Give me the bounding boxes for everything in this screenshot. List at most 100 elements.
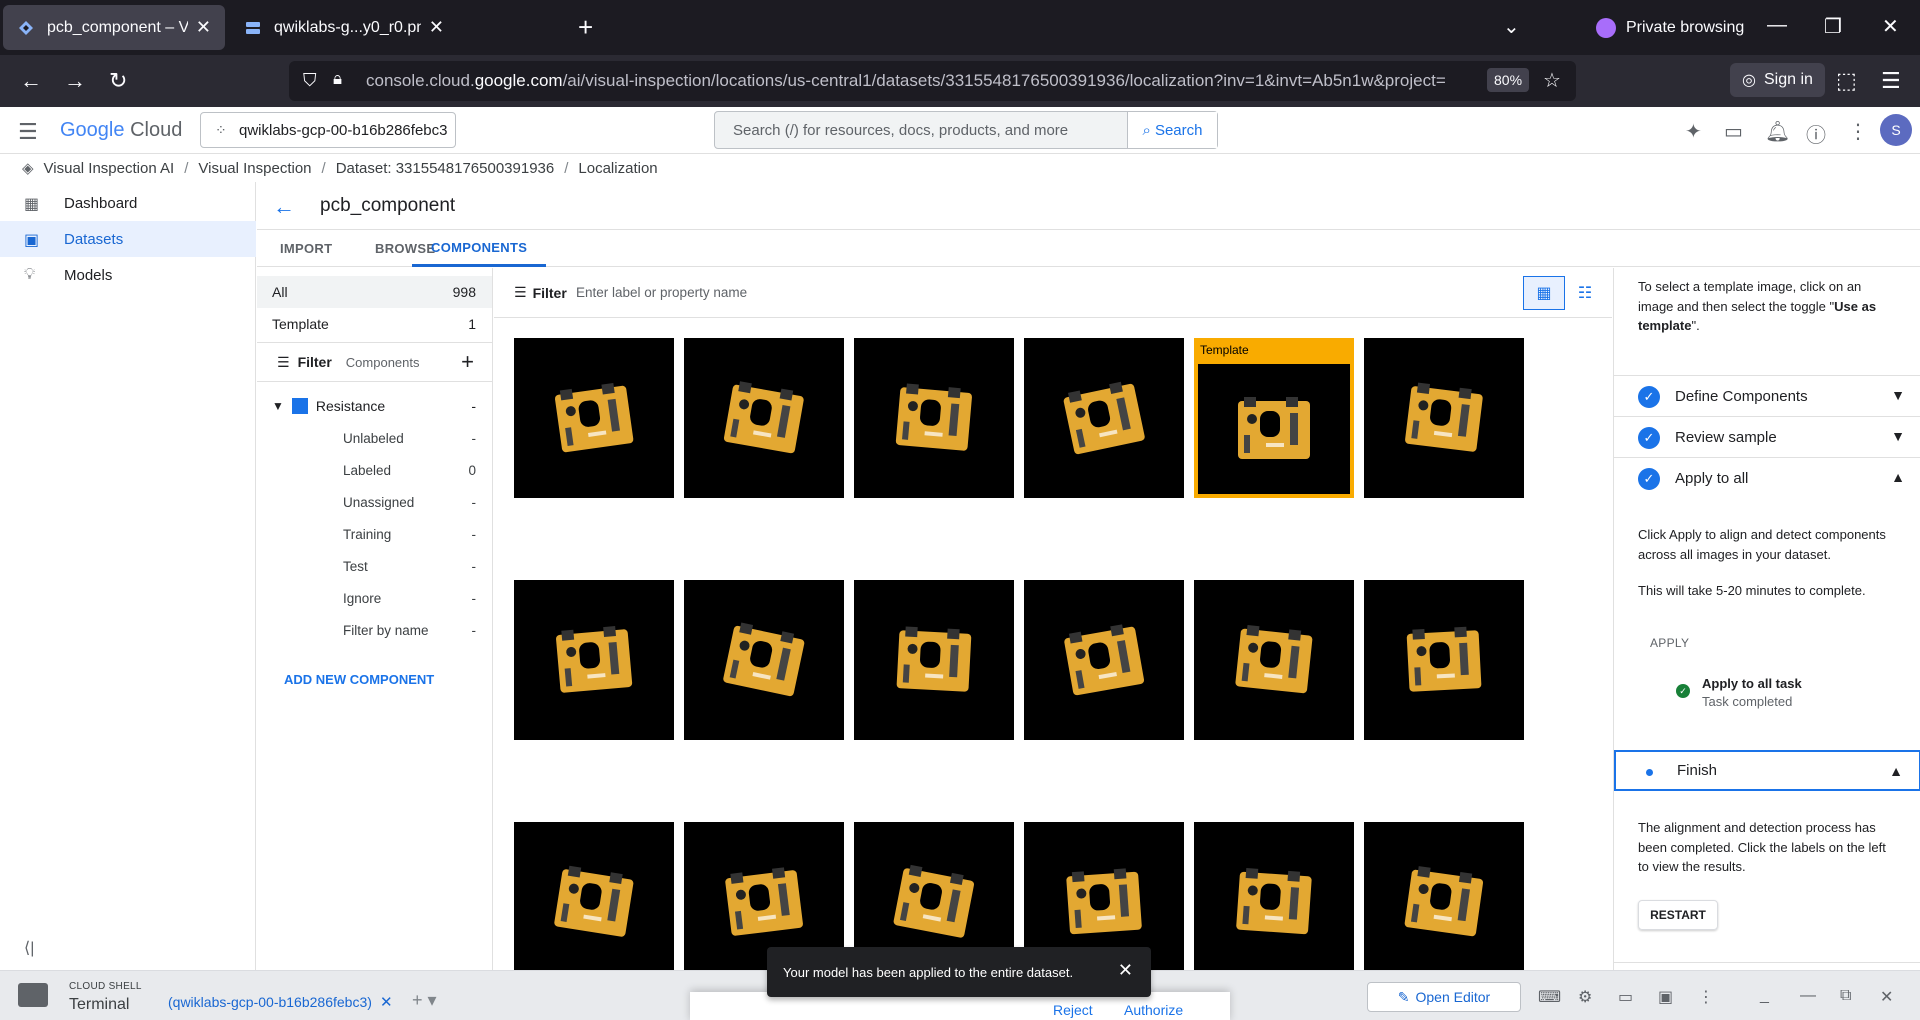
help-icon[interactable]: ⓘ [1806,119,1826,148]
image-thumbnail[interactable] [514,822,674,970]
bookmark-star-icon[interactable]: ☆ [1543,68,1561,93]
filter-ignore[interactable]: Ignore - [257,582,492,614]
back-arrow-icon[interactable]: ← [273,194,295,220]
step-apply-to-all[interactable]: ✓ Apply to all ▲ [1614,457,1920,498]
image-thumbnail[interactable] [1364,580,1524,740]
terminal-title[interactable]: Terminal [69,996,129,1014]
more-vert-icon[interactable]: ⋮ [1848,119,1868,144]
restore-icon[interactable]: ❐ [1824,14,1842,39]
tab-import[interactable]: IMPORT [280,230,332,267]
image-thumbnail[interactable] [1024,338,1184,498]
component-resistance[interactable]: ▼ Resistance - [257,390,492,422]
search-input[interactable]: Search (/) for resources, docs, products… [733,122,1068,139]
gemini-sparkle-icon[interactable]: ✦ [1685,119,1702,144]
extensions-icon[interactable]: ⬚ [1836,67,1857,95]
lock-icon[interactable]: 🔒︎ [333,69,342,89]
search-box[interactable]: Search (/) for resources, docs, products… [714,111,1218,149]
zoom-level[interactable]: 80% [1487,68,1530,92]
step-review-sample[interactable]: ✓ Review sample ▼ [1614,416,1920,457]
filter-unlabeled[interactable]: Unlabeled - [257,422,492,454]
minimize-shell-icon[interactable]: _ [1760,987,1769,1005]
forward-arrow-icon[interactable]: → [64,67,86,95]
sign-in-button[interactable]: ◎ Sign in [1730,63,1825,97]
filter-all[interactable]: All 998 [257,276,492,308]
filter-by-name[interactable]: Filter by name - [257,614,492,646]
filter-training[interactable]: Training - [257,518,492,550]
step-define-components[interactable]: ✓ Define Components ▼ [1614,375,1920,416]
image-thumbnail[interactable] [1194,822,1354,970]
authorize-button[interactable]: Authorize [1124,1002,1183,1018]
filter-unassigned[interactable]: Unassigned - [257,486,492,518]
close-shell-icon[interactable]: ✕ [1880,987,1893,1007]
avatar[interactable]: S [1880,114,1912,146]
image-thumbnail[interactable] [1024,580,1184,740]
web-preview-icon[interactable]: ▭ [1618,987,1633,1007]
chevron-up-icon[interactable]: ▲ [1889,763,1903,779]
image-thumbnail[interactable] [684,338,844,498]
restart-button[interactable]: RESTART [1638,900,1718,930]
browser-tab-object[interactable]: qwiklabs-g...y0_r0.png – Object ✕ [230,5,458,50]
gallery-filter-input[interactable]: Enter label or property name [576,285,747,300]
apply-button[interactable]: APPLY [1650,636,1689,650]
list-tabs-icon[interactable]: ⌄ [1503,14,1520,39]
image-thumbnail[interactable] [1364,338,1524,498]
breadcrumb-item[interactable]: Localization [578,160,657,177]
shield-icon[interactable]: ⛉ [303,70,317,91]
nav-item-dashboard[interactable]: ▦ Dashboard [0,185,256,221]
close-icon[interactable]: ✕ [1118,960,1133,981]
step-finish[interactable]: Finish ▲ [1614,750,1920,791]
image-thumbnail[interactable] [514,338,674,498]
chevron-down-icon[interactable]: ▼ [272,399,284,413]
cloud-shell-icon[interactable]: ▭ [1724,119,1743,144]
app-menu-icon[interactable]: ☰ [1881,67,1901,95]
image-thumbnail[interactable] [684,580,844,740]
reload-icon[interactable]: ↻ [109,67,127,95]
list-view-icon[interactable]: ☷ [1564,276,1606,310]
notifications-bell-icon[interactable]: 🔔︎ [1765,119,1790,144]
reject-button[interactable]: Reject [1053,1002,1093,1018]
breadcrumb-item[interactable]: Visual Inspection [198,160,311,177]
nav-item-datasets[interactable]: ▣ Datasets [0,221,256,257]
keyboard-icon[interactable]: ⌨ [1538,987,1561,1007]
chevron-down-icon[interactable]: ▼ [1891,428,1905,444]
close-session-icon[interactable]: ✕ [380,993,393,1011]
layout-icon[interactable]: ▣ [1658,987,1673,1007]
nav-item-models[interactable]: 💡︎ Models [0,257,256,293]
chevron-down-icon[interactable]: ▼ [1891,387,1905,403]
more-vert-icon[interactable]: ⋮ [1698,987,1714,1007]
image-thumbnail[interactable] [514,580,674,740]
main-menu-icon[interactable]: ☰ [18,119,38,145]
close-tab-icon[interactable]: ✕ [196,17,211,38]
restore-shell-icon[interactable]: — [1800,987,1816,1005]
grid-view-icon[interactable]: ▦ [1523,276,1565,310]
shell-session-tab[interactable]: (qwiklabs-gcp-00-b16b286febc3) [168,994,372,1010]
google-cloud-logo[interactable]: Google Cloud [60,119,182,142]
window-close-icon[interactable]: ✕ [1882,14,1899,39]
add-session-icon[interactable]: + ▾ [412,990,437,1011]
component-filter-bar[interactable]: ☰ Filter Components + [257,342,492,382]
image-thumbnail[interactable] [854,580,1014,740]
breadcrumb-item[interactable]: Dataset: 3315548176500391936 [336,160,555,177]
filter-labeled[interactable]: Labeled 0 [257,454,492,486]
minimize-icon[interactable]: — [1767,14,1787,37]
tab-components[interactable]: COMPONENTS [412,230,547,267]
template-image-thumbnail[interactable]: Template [1194,338,1354,498]
image-thumbnail[interactable] [1194,580,1354,740]
open-editor-button[interactable]: ✎ Open Editor [1367,982,1521,1012]
close-tab-icon[interactable]: ✕ [429,17,444,38]
add-icon[interactable]: + [461,349,474,375]
settings-gear-icon[interactable]: ⚙ [1578,987,1592,1007]
new-tab-icon[interactable]: + [578,12,593,42]
filter-template[interactable]: Template 1 [257,308,492,340]
url-bar[interactable]: ⛉ 🔒︎ console.cloud.google.com/ai/visual-… [289,61,1576,101]
open-new-window-icon[interactable]: ⧉ [1840,987,1851,1005]
chevron-up-icon[interactable]: ▲ [1891,469,1905,485]
add-new-component-button[interactable]: ADD NEW COMPONENT [284,672,434,687]
component-filter-input[interactable]: Components [346,355,420,370]
collapse-nav-icon[interactable]: ⟨| [24,938,34,958]
gallery-filter[interactable]: ☰ Filter [514,284,567,301]
back-arrow-icon[interactable]: ← [20,67,42,95]
image-thumbnail[interactable] [1364,822,1524,970]
breadcrumb-product[interactable]: Visual Inspection AI [44,160,175,177]
search-button[interactable]: ⌕ Search [1127,112,1217,148]
